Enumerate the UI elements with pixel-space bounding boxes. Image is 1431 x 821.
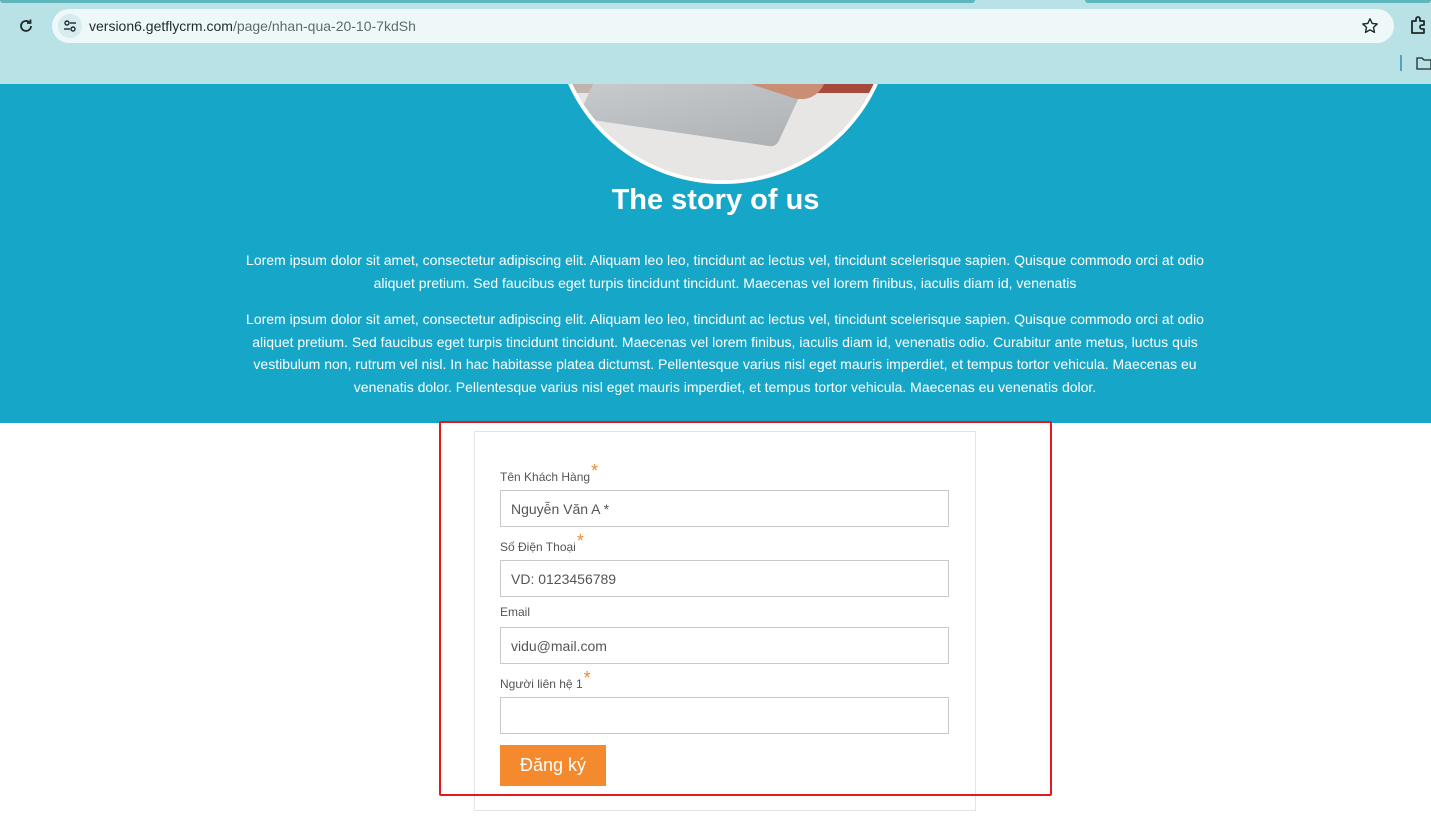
contact-person-input[interactable] bbox=[500, 697, 949, 734]
required-asterisk: * bbox=[583, 668, 591, 688]
browser-chrome: version6.getflycrm.com/page/nhan-qua-20-… bbox=[0, 0, 1431, 84]
phone-label: Số Điện Thoại* bbox=[500, 531, 584, 556]
name-label: Tên Khách Hàng* bbox=[500, 461, 598, 486]
extensions-icon[interactable] bbox=[1408, 14, 1431, 38]
reload-icon[interactable] bbox=[14, 14, 38, 38]
url-path: /page/nhan-qua-20-10-7kdSh bbox=[232, 18, 416, 34]
url-host: version6.getflycrm.com bbox=[89, 18, 233, 34]
hero-paragraph-1: Lorem ipsum dolor sit amet, consectetur … bbox=[246, 252, 1204, 291]
register-button[interactable]: Đăng ký bbox=[500, 745, 606, 786]
hero-photo bbox=[553, 84, 893, 184]
site-info-icon[interactable] bbox=[58, 14, 82, 38]
hero-section: The story of us Lorem ipsum dolor sit am… bbox=[0, 84, 1431, 423]
active-tab-edge[interactable] bbox=[0, 0, 975, 3]
inactive-tab-edge[interactable] bbox=[1085, 0, 1431, 3]
name-label-text: Tên Khách Hàng bbox=[500, 470, 591, 484]
url-text[interactable]: version6.getflycrm.com/page/nhan-qua-20-… bbox=[89, 18, 416, 34]
folder-icon[interactable] bbox=[1416, 55, 1431, 71]
phone-input[interactable] bbox=[500, 560, 949, 597]
address-bar[interactable]: version6.getflycrm.com/page/nhan-qua-20-… bbox=[52, 9, 1394, 43]
bookmark-star-icon[interactable] bbox=[1360, 16, 1380, 36]
hero-title: The story of us bbox=[611, 184, 820, 216]
customer-name-input[interactable] bbox=[500, 490, 949, 527]
email-input[interactable] bbox=[500, 627, 949, 664]
contact-label-text: Người liên hệ 1 bbox=[500, 677, 583, 691]
required-asterisk: * bbox=[576, 531, 584, 551]
email-label: Email bbox=[500, 605, 531, 619]
hero-paragraph-2: Lorem ipsum dolor sit amet, consectetur … bbox=[246, 311, 1204, 395]
bookmark-bar-divider bbox=[1400, 55, 1402, 71]
contact-label: Người liên hệ 1* bbox=[500, 668, 591, 693]
tab-strip bbox=[0, 0, 1431, 4]
phone-label-text: Số Điện Thoại bbox=[500, 540, 576, 554]
registration-form: Tên Khách Hàng* Số Điện Thoại* Email Ngư… bbox=[474, 431, 976, 811]
required-asterisk: * bbox=[591, 461, 599, 481]
